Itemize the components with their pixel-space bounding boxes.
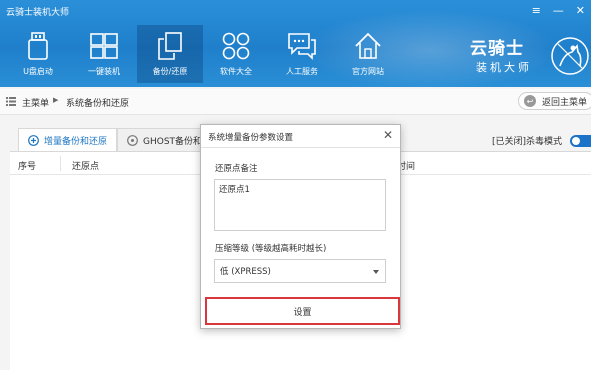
- column-header-index: 序号: [18, 162, 37, 172]
- backup-settings-dialog: 系统增量备份参数设置 ✕ 还原点备注 还原点1 压缩等级 (等级越高耗时越长) …: [200, 124, 401, 329]
- kill-mode-label: 杀毒模式: [526, 137, 563, 147]
- back-button-label: 返回主菜单: [542, 97, 588, 108]
- nav-label: 软件大全: [220, 67, 252, 76]
- dialog-divider: [201, 147, 400, 148]
- apply-settings-button[interactable]: 设置: [205, 297, 400, 325]
- nav-software[interactable]: 软件大全: [203, 25, 269, 83]
- chevron-down-icon: [373, 270, 379, 274]
- dialog-close-icon[interactable]: ✕: [383, 128, 393, 142]
- nav-label: 人工服务: [286, 67, 318, 76]
- kill-mode-setting: [已关闭] 杀毒模式: [492, 134, 591, 147]
- breadcrumb: 主菜单 ▶ 系统备份和还原 ↩ 返回主菜单: [0, 89, 591, 115]
- home-icon: [353, 31, 383, 61]
- breadcrumb-home[interactable]: 主菜单: [22, 96, 49, 109]
- back-to-main-button[interactable]: ↩ 返回主菜单: [518, 92, 591, 110]
- close-icon[interactable]: ✕: [576, 4, 585, 17]
- kill-mode-toggle[interactable]: [570, 134, 591, 147]
- nav-usb-boot[interactable]: U盘启动: [5, 25, 71, 83]
- nav-label: 备份/还原: [152, 67, 188, 76]
- nav-label: 一键装机: [88, 67, 120, 76]
- dialog-title: 系统增量备份参数设置: [208, 133, 294, 143]
- apps-grid-icon: [221, 31, 251, 61]
- column-header-restore-point: 还原点: [72, 162, 100, 172]
- note-label: 还原点备注: [215, 164, 258, 174]
- nav-label: U盘启动: [23, 67, 53, 76]
- nav-official-site[interactable]: 官方网站: [335, 25, 401, 83]
- minimize-icon[interactable]: —: [553, 4, 564, 17]
- compression-label: 压缩等级 (等级越高耗时越长): [215, 244, 327, 254]
- nav-label: 官方网站: [352, 67, 384, 76]
- column-divider: [60, 156, 61, 171]
- chat-service-icon: [287, 31, 317, 61]
- logo-line2: 装机大师: [476, 61, 532, 74]
- tab-bar: 增量备份和还原 GHOST备份和还: [18, 128, 222, 152]
- tab-incremental-backup[interactable]: 增量备份和还原: [18, 128, 118, 152]
- windows-icon: [89, 31, 119, 61]
- breadcrumb-current: 系统备份和还原: [66, 99, 130, 109]
- back-arrow-icon: ↩: [524, 95, 536, 107]
- compression-selected-value: 低 (XPRESS): [220, 267, 271, 277]
- nav-backup-restore[interactable]: 备份/还原: [137, 25, 203, 83]
- tab-label: 增量备份和还原: [44, 137, 108, 147]
- menu-icon[interactable]: ≡: [532, 4, 541, 17]
- breadcrumb-separator-icon: ▶: [53, 96, 59, 104]
- brand-logo: 云骑士 装机大师: [470, 32, 590, 82]
- window-controls: ≡ — ✕: [532, 4, 585, 17]
- nav-human-service[interactable]: 人工服务: [269, 25, 335, 83]
- incremental-backup-icon: [28, 135, 39, 146]
- restore-point-note-input[interactable]: 还原点1: [214, 179, 386, 231]
- compression-level-select[interactable]: 低 (XPRESS): [214, 259, 386, 283]
- app-header: 云骑士装机大师 ≡ — ✕ U盘启动 一键装机 备份/还原 软件大全 人工服务 …: [0, 0, 591, 87]
- logo-line1: 云骑士: [470, 39, 524, 59]
- kill-mode-status: [已关闭]: [492, 137, 527, 147]
- main-nav: U盘启动 一键装机 备份/还原 软件大全 人工服务 官方网站: [5, 25, 401, 83]
- ghost-disc-icon: [127, 134, 138, 146]
- backup-restore-icon: [155, 31, 185, 61]
- knight-emblem-icon: [550, 36, 590, 76]
- list-menu-icon: [6, 97, 16, 106]
- usb-drive-icon: [23, 31, 53, 61]
- app-title: 云骑士装机大师: [6, 8, 70, 18]
- nav-one-click-install[interactable]: 一键装机: [71, 25, 137, 83]
